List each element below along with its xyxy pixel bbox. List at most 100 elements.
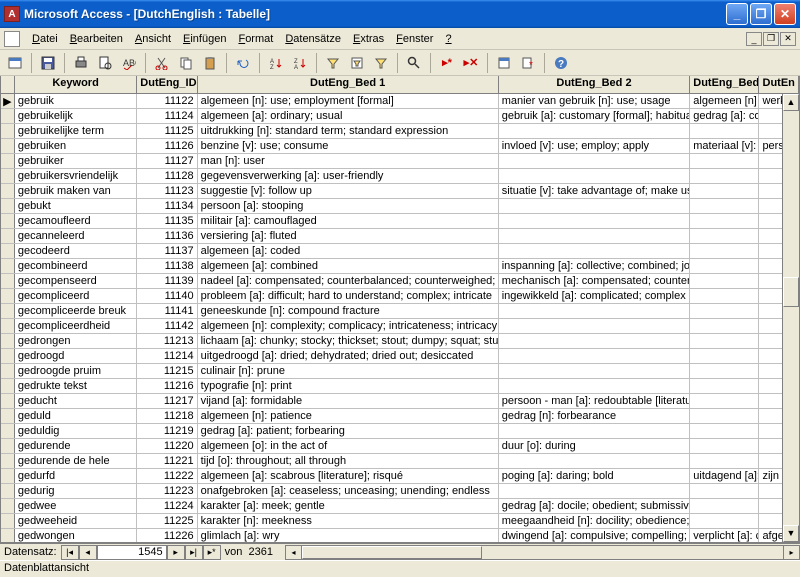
scroll-down-button[interactable]: ▼ — [783, 525, 799, 542]
cell[interactable]: uitdagend [a]: sau — [690, 469, 759, 483]
row-selector[interactable] — [1, 289, 15, 303]
menu-fenster[interactable]: Fenster — [390, 31, 439, 47]
scroll-thumb[interactable] — [783, 277, 799, 307]
cell[interactable]: situatie [v]: take advantage of; make us… — [499, 184, 691, 198]
sort-asc-button[interactable]: AZ — [265, 52, 287, 74]
cell[interactable] — [690, 379, 759, 393]
cell[interactable]: gebruik — [15, 94, 137, 108]
table-row[interactable]: gedroogd11214uitgedroogd [a]: dried; deh… — [1, 349, 799, 364]
table-row[interactable]: gecompliceerdheid11142algemeen [n]: comp… — [1, 319, 799, 334]
cell[interactable]: algemeen [n] — [690, 94, 759, 108]
cell[interactable] — [690, 349, 759, 363]
cell[interactable]: algemeen [a]: scabrous [literature]; ris… — [198, 469, 499, 483]
cell[interactable]: vijand [a]: formidable — [198, 394, 499, 408]
menu-bearbeiten[interactable]: Bearbeiten — [64, 31, 129, 47]
cell[interactable]: 11218 — [137, 409, 197, 423]
table-row[interactable]: gecompenseerd11139nadeel [a]: compensate… — [1, 274, 799, 289]
cell[interactable]: gedwongen — [15, 529, 137, 542]
cell[interactable]: gebruikelijk — [15, 109, 137, 123]
cell[interactable] — [690, 259, 759, 273]
paste-button[interactable] — [199, 52, 221, 74]
cell[interactable]: onafgebroken [a]: ceaseless; unceasing; … — [198, 484, 499, 498]
cell[interactable]: meegaandheid [n]: docility; obedience; s… — [499, 514, 691, 528]
table-row[interactable]: gedurende de hele11221tijd [o]: througho… — [1, 454, 799, 469]
row-selector[interactable] — [1, 379, 15, 393]
cell[interactable] — [690, 169, 759, 183]
cell[interactable] — [499, 319, 691, 333]
cell[interactable]: culinair [n]: prune — [198, 364, 499, 378]
cell[interactable]: gebruiken — [15, 139, 137, 153]
cell[interactable]: 11124 — [137, 109, 197, 123]
cell[interactable]: gedrag [a]: patient; forbearing — [198, 424, 499, 438]
cell[interactable]: suggestie [v]: follow up — [198, 184, 499, 198]
cell[interactable]: materiaal [v]: use; — [690, 139, 759, 153]
first-record-button[interactable]: |◂ — [61, 545, 79, 560]
row-selector[interactable] — [1, 529, 15, 542]
apply-filter-button[interactable] — [370, 52, 392, 74]
table-row[interactable]: ▶gebruik11122algemeen [n]: use; employme… — [1, 94, 799, 109]
cell[interactable]: gedurende de hele — [15, 454, 137, 468]
mdi-close-button[interactable]: ✕ — [780, 32, 796, 46]
cell[interactable]: 11142 — [137, 319, 197, 333]
row-selector[interactable] — [1, 274, 15, 288]
cell[interactable]: 11127 — [137, 154, 197, 168]
cell[interactable]: geneeskunde [n]: compound fracture — [198, 304, 499, 318]
cell[interactable]: 11215 — [137, 364, 197, 378]
cell[interactable] — [499, 424, 691, 438]
table-row[interactable]: gedrongen11213lichaam [a]: chunky; stock… — [1, 334, 799, 349]
table-row[interactable]: gedroogde pruim11215culinair [n]: prune — [1, 364, 799, 379]
cell[interactable]: inspanning [a]: collective; combined; jo… — [499, 259, 691, 273]
cell[interactable]: gedurig — [15, 484, 137, 498]
cell[interactable] — [690, 394, 759, 408]
row-selector[interactable] — [1, 349, 15, 363]
row-selector[interactable] — [1, 184, 15, 198]
row-selector[interactable] — [1, 409, 15, 423]
cell[interactable]: karakter [a]: meek; gentle — [198, 499, 499, 513]
table-row[interactable]: gecombineerd11138algemeen [a]: combinedi… — [1, 259, 799, 274]
cell[interactable]: 11125 — [137, 124, 197, 138]
row-selector[interactable] — [1, 109, 15, 123]
cell[interactable]: gecodeerd — [15, 244, 137, 258]
row-selector-header[interactable] — [1, 76, 15, 93]
column-header[interactable]: DutEn — [759, 76, 799, 93]
cell[interactable]: versiering [a]: fluted — [198, 229, 499, 243]
cell[interactable]: gedrukte tekst — [15, 379, 137, 393]
cell[interactable]: 11135 — [137, 214, 197, 228]
cell[interactable]: probleem [a]: difficult; hard to underst… — [198, 289, 499, 303]
row-selector[interactable] — [1, 304, 15, 318]
cell[interactable]: 11216 — [137, 379, 197, 393]
cell[interactable]: gecompliceerdheid — [15, 319, 137, 333]
filter-form-button[interactable] — [346, 52, 368, 74]
cell[interactable] — [690, 334, 759, 348]
cell[interactable] — [690, 274, 759, 288]
row-selector[interactable] — [1, 139, 15, 153]
cell[interactable]: verplicht [a]: const — [690, 529, 759, 542]
cell[interactable]: manier van gebruik [n]: use; usage — [499, 94, 691, 108]
new-record-button[interactable]: ▸* — [436, 52, 458, 74]
cell[interactable]: militair [a]: camouflaged — [198, 214, 499, 228]
table-row[interactable]: gedurende11220algemeen [o]: in the act o… — [1, 439, 799, 454]
row-selector[interactable] — [1, 439, 15, 453]
cell[interactable]: gebruik maken van — [15, 184, 137, 198]
cell[interactable]: algemeen [a]: coded — [198, 244, 499, 258]
cell[interactable]: algemeen [a]: ordinary; usual — [198, 109, 499, 123]
cell[interactable]: gecombineerd — [15, 259, 137, 273]
row-selector[interactable] — [1, 499, 15, 513]
delete-record-button[interactable]: ▸✕ — [460, 52, 482, 74]
cell[interactable] — [690, 214, 759, 228]
cell[interactable]: gedroogd — [15, 349, 137, 363]
menu-format[interactable]: Format — [232, 31, 279, 47]
cell[interactable]: 11126 — [137, 139, 197, 153]
table-row[interactable]: geduldig11219gedrag [a]: patient; forbea… — [1, 424, 799, 439]
cell[interactable]: gebruiker — [15, 154, 137, 168]
table-row[interactable]: gedurig11223onafgebroken [a]: ceaseless;… — [1, 484, 799, 499]
cell[interactable]: gebruikelijke term — [15, 124, 137, 138]
cell[interactable]: 11123 — [137, 184, 197, 198]
cell[interactable] — [499, 154, 691, 168]
database-window-button[interactable] — [493, 52, 515, 74]
row-selector[interactable] — [1, 484, 15, 498]
row-selector[interactable] — [1, 364, 15, 378]
mdi-minimize-button[interactable]: _ — [746, 32, 762, 46]
cell[interactable]: persoon [a]: stooping — [198, 199, 499, 213]
next-record-button[interactable]: ▸ — [167, 545, 185, 560]
